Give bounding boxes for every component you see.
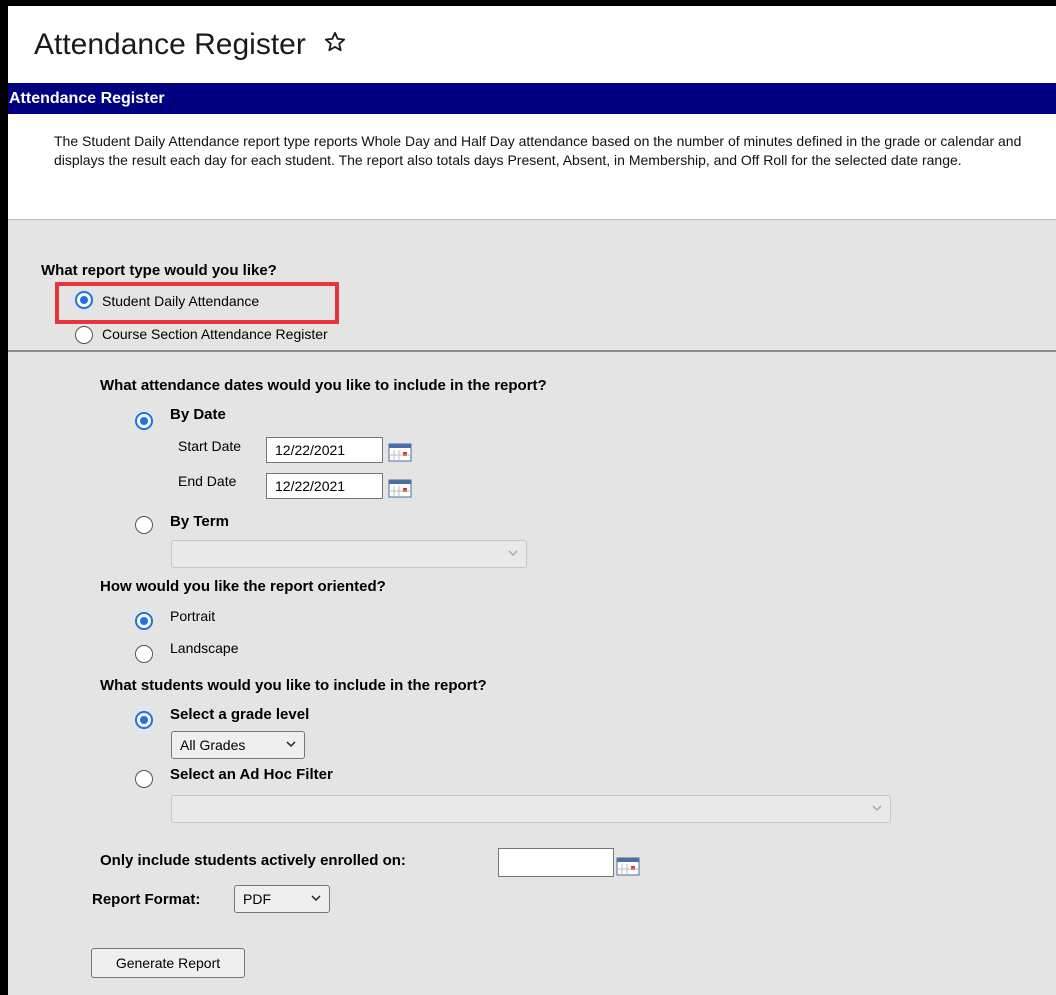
enrolled-date-input[interactable]	[498, 848, 614, 877]
report-type-question: What report type would you like?	[41, 262, 277, 279]
page-title: Attendance Register	[34, 28, 346, 62]
section-banner: Attendance Register	[8, 83, 1056, 114]
banner-title: Attendance Register	[9, 90, 165, 107]
dates-question: What attendance dates would you like to …	[100, 377, 547, 394]
start-date-label: Start Date	[178, 438, 242, 454]
report-format-select[interactable]: PDF	[234, 885, 330, 913]
course-section-attendance-label: Course Section Attendance Register	[102, 326, 328, 342]
start-date-input[interactable]: 12/22/2021	[266, 437, 383, 463]
calendar-icon[interactable]	[388, 478, 412, 498]
report-format-label: Report Format:	[92, 891, 201, 908]
radio-grade-level[interactable]	[135, 711, 153, 729]
report-format-value: PDF	[243, 891, 271, 907]
chevron-down-icon	[872, 805, 882, 812]
chevron-down-icon	[286, 741, 296, 748]
ad-hoc-filter-select[interactable]	[171, 795, 891, 823]
orientation-question: How would you like the report oriented?	[100, 578, 386, 595]
description-text: The Student Daily Attendance report type…	[54, 133, 1022, 168]
page-header: Attendance Register	[8, 6, 1056, 83]
grade-level-select[interactable]: All Grades	[171, 731, 305, 759]
star-outline-icon[interactable]	[324, 27, 346, 61]
description-panel: The Student Daily Attendance report type…	[8, 114, 1056, 220]
chevron-down-icon	[311, 895, 321, 902]
grade-level-value: All Grades	[180, 737, 246, 753]
end-date-input[interactable]: 12/22/2021	[266, 473, 383, 499]
chevron-down-icon	[508, 550, 518, 557]
enrolled-label: Only include students actively enrolled …	[100, 852, 406, 869]
generate-report-button[interactable]: Generate Report	[91, 948, 245, 978]
radio-by-term[interactable]	[135, 516, 153, 534]
grade-level-label: Select a grade level	[170, 706, 310, 723]
radio-ad-hoc-filter[interactable]	[135, 770, 153, 788]
section-divider	[8, 350, 1056, 352]
calendar-icon[interactable]	[616, 856, 640, 876]
ad-hoc-filter-label: Select an Ad Hoc Filter	[170, 766, 333, 783]
radio-portrait[interactable]	[135, 612, 153, 630]
radio-by-date[interactable]	[135, 412, 153, 430]
term-select[interactable]	[171, 540, 527, 568]
by-date-label: By Date	[170, 406, 226, 423]
radio-course-section-attendance[interactable]	[75, 326, 93, 344]
end-date-label: End Date	[178, 473, 237, 489]
portrait-label: Portrait	[170, 608, 216, 624]
report-window: Attendance Register Attendance Register …	[8, 6, 1056, 995]
students-question: What students would you like to include …	[100, 677, 487, 694]
page-title-text: Attendance Register	[34, 28, 306, 61]
calendar-icon[interactable]	[388, 442, 412, 462]
by-term-label: By Term	[170, 513, 229, 530]
landscape-label: Landscape	[170, 640, 239, 656]
radio-landscape[interactable]	[135, 645, 153, 663]
highlight-box	[55, 282, 339, 324]
